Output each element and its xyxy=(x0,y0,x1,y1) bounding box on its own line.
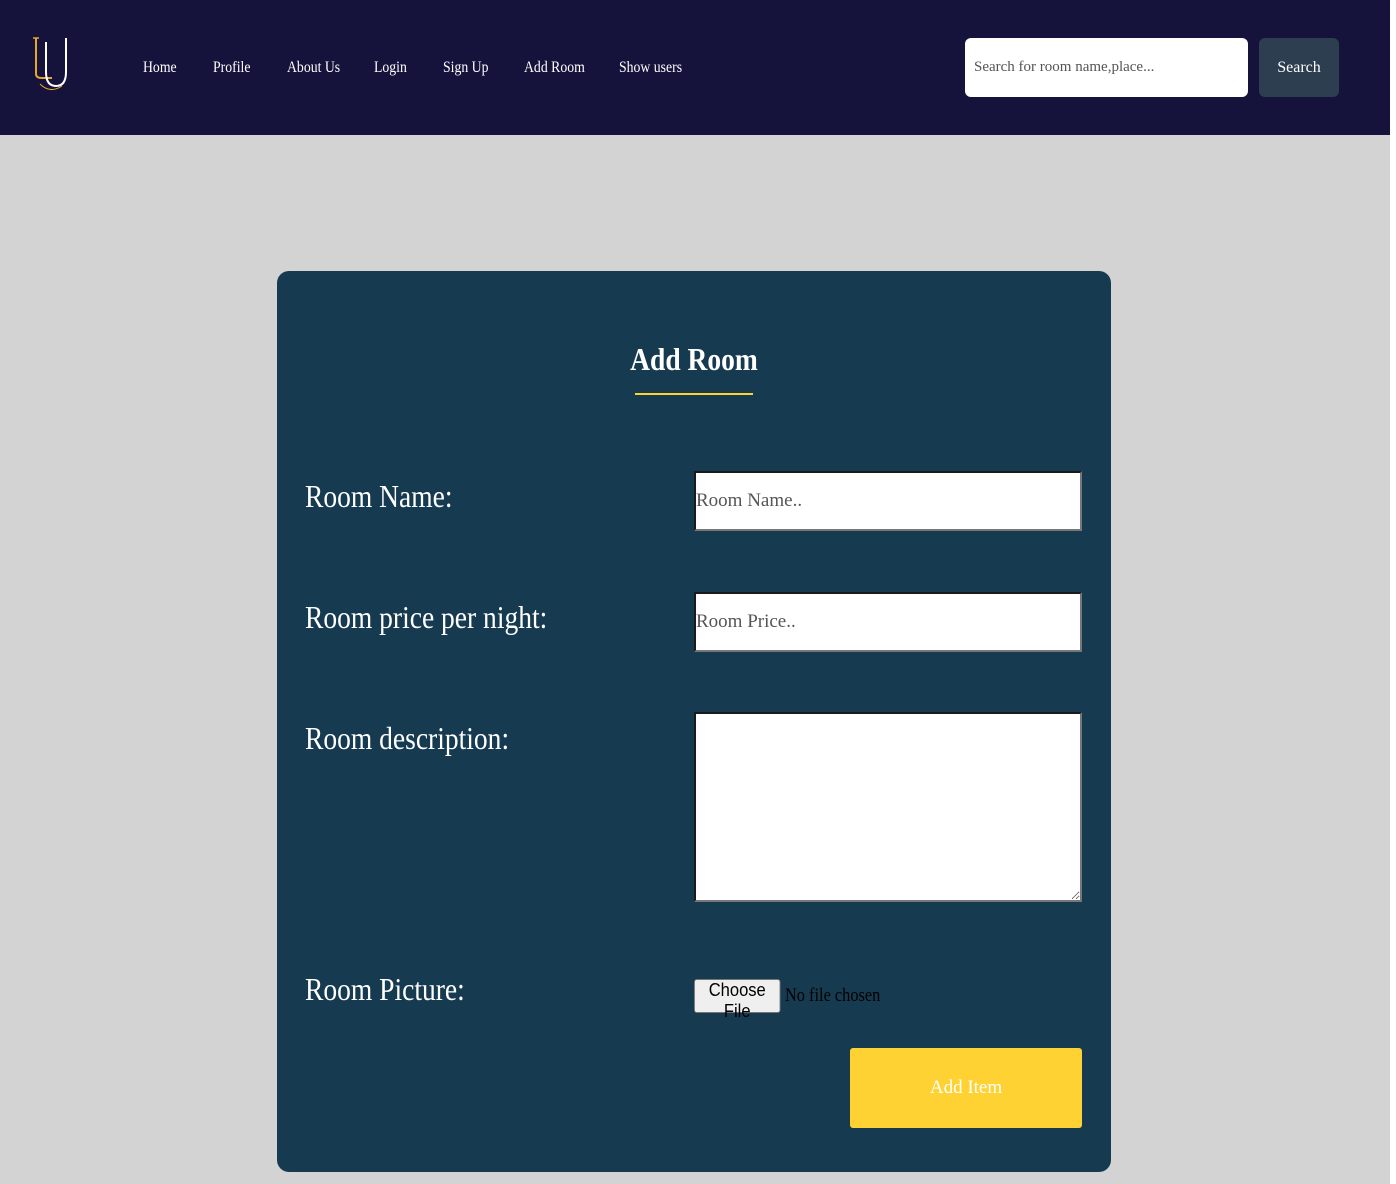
room-name-input[interactable] xyxy=(694,471,1082,531)
navbar: Home Profile About Us Login Sign Up Add … xyxy=(0,0,1390,135)
choose-file-button[interactable]: Choose File xyxy=(694,979,781,1021)
file-status-text: No file chosen xyxy=(785,985,881,1006)
room-price-input[interactable] xyxy=(694,592,1082,652)
nav-link-sign-up[interactable]: Sign Up xyxy=(443,59,488,77)
nav-link-home[interactable]: Home xyxy=(143,59,177,77)
room-name-label: Room Name: xyxy=(305,478,453,514)
room-description-textarea[interactable] xyxy=(694,712,1082,902)
lu-monogram-icon xyxy=(33,37,67,90)
nav-link-about-us[interactable]: About Us xyxy=(287,59,340,77)
room-picture-label: Room Picture: xyxy=(305,971,465,1007)
title-underline xyxy=(635,393,753,395)
add-room-card: Add Room Room Name: Room price per night… xyxy=(277,271,1111,1172)
room-description-label: Room description: xyxy=(305,720,510,756)
nav-link-show-users[interactable]: Show users xyxy=(619,59,682,77)
main-nav: Home Profile About Us Login Sign Up Add … xyxy=(143,56,682,80)
room-price-label: Room price per night: xyxy=(305,599,548,635)
nav-link-profile[interactable]: Profile xyxy=(213,59,250,77)
search-input[interactable] xyxy=(965,38,1248,97)
site-logo[interactable] xyxy=(30,34,72,96)
add-item-button[interactable]: Add Item xyxy=(850,1048,1082,1128)
nav-link-login[interactable]: Login xyxy=(374,59,407,77)
room-picture-file-input[interactable]: Choose File No file chosen xyxy=(694,979,896,1021)
nav-link-add-room[interactable]: Add Room xyxy=(524,59,585,77)
page-edge xyxy=(1390,0,1396,1184)
page-title: Add Room xyxy=(630,341,758,377)
search-button[interactable]: Search xyxy=(1259,38,1339,97)
